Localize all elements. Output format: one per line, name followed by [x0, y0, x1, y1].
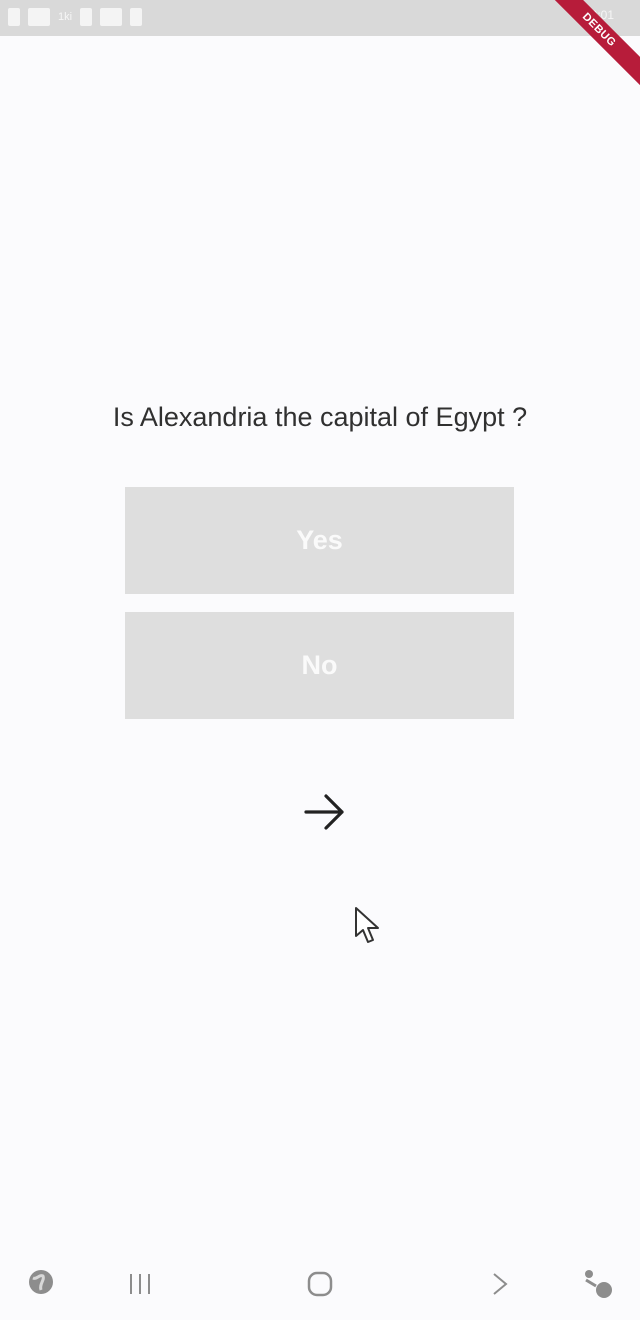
wifi-icon: [100, 8, 123, 26]
home-icon[interactable]: [305, 1268, 337, 1300]
signal-icon: [80, 8, 93, 26]
notification-icon: [8, 8, 20, 26]
accessibility-icon[interactable]: [582, 1268, 614, 1300]
battery-icon: [130, 8, 143, 26]
yes-button[interactable]: Yes: [125, 487, 514, 594]
status-text: 1ki: [58, 11, 73, 23]
status-clock: 9:01: [590, 8, 614, 22]
mouse-cursor-icon: [354, 906, 382, 946]
arrow-right-icon[interactable]: [302, 790, 348, 834]
status-bar: 1ki 9:01: [0, 0, 640, 36]
navigation-bar: [0, 1258, 640, 1310]
no-button[interactable]: No: [125, 612, 514, 719]
recent-apps-icon[interactable]: [128, 1268, 160, 1300]
status-icons: 1ki: [8, 8, 143, 26]
question-text: Is Alexandria the capital of Egypt ?: [112, 402, 528, 432]
forward-icon[interactable]: [488, 1268, 520, 1300]
globe-icon[interactable]: [27, 1268, 59, 1300]
app-notification-icon: [28, 8, 50, 26]
